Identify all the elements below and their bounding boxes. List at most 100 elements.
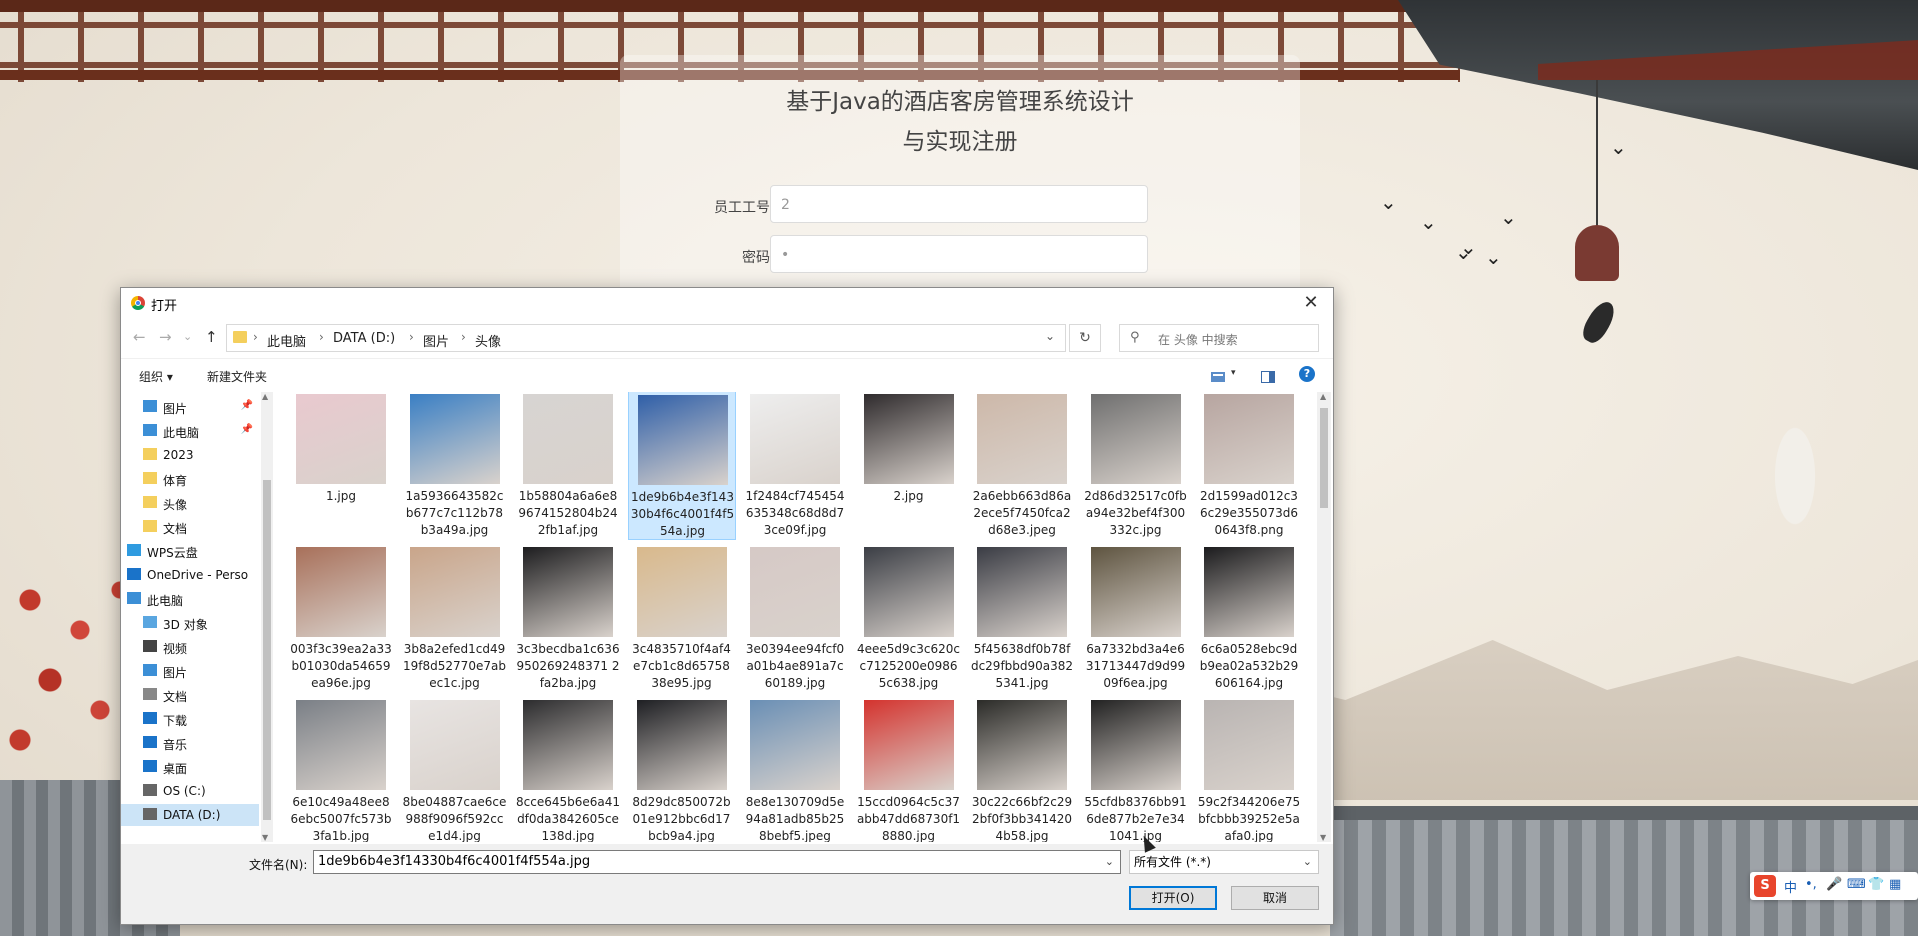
- open-button[interactable]: 打开(O): [1129, 886, 1217, 910]
- breadcrumb-pictures[interactable]: 图片: [423, 331, 449, 350]
- file-tile[interactable]: 6c6a0528ebc9db9ea02a532b29606164.jpg: [1195, 543, 1303, 693]
- nav-item[interactable]: 文档: [121, 684, 259, 706]
- file-tile[interactable]: 1.jpg: [287, 392, 395, 540]
- ime-item-icon[interactable]: 🎤: [1826, 877, 1842, 892]
- chevron-right-icon[interactable]: ›: [253, 330, 258, 344]
- cancel-button[interactable]: 取消: [1231, 886, 1319, 910]
- file-tile[interactable]: 2.jpg: [855, 392, 963, 540]
- file-tile[interactable]: 1b58804a6a6e89674152804b242fb1af.jpg: [514, 392, 622, 540]
- nav-item[interactable]: OneDrive - Perso: [121, 564, 259, 586]
- file-tile[interactable]: 3c3becdba1c636950269248371 2fa2ba.jpg: [514, 543, 622, 693]
- file-tile[interactable]: 59c2f344206e75bfcbbb39252e5aafa0.jpg: [1195, 696, 1303, 842]
- file-tile[interactable]: 3e0394ee94fcf0a01b4ae891a7c60189.jpg: [741, 543, 849, 693]
- file-tile[interactable]: 55cfdb8376bb916de877b2e7e341041.jpg: [1082, 696, 1190, 842]
- nav-scroll-thumb[interactable]: [263, 480, 271, 820]
- nav-scrollbar[interactable]: ▲ ▼: [261, 392, 273, 842]
- chevron-down-icon[interactable]: ⌄: [1105, 851, 1114, 873]
- nav-item[interactable]: 此电脑 📌: [121, 420, 259, 442]
- scroll-down-icon[interactable]: ▼: [262, 833, 268, 842]
- nav-item-label: 音乐: [163, 738, 188, 752]
- onedrive-icon: [127, 568, 141, 580]
- recent-chevron-icon[interactable]: ⌄: [183, 330, 192, 343]
- ime-item-icon[interactable]: 中: [1784, 877, 1797, 896]
- view-dropdown-icon[interactable]: ▾: [1231, 368, 1245, 380]
- file-tile[interactable]: 6a7332bd3a4e631713447d9d9909f6ea.jpg: [1082, 543, 1190, 693]
- scroll-down-icon[interactable]: ▼: [1320, 833, 1326, 842]
- nav-item[interactable]: OS (C:): [121, 780, 259, 802]
- file-tile[interactable]: 1a5936643582cb677c7c112b78b3a49a.jpg: [401, 392, 509, 540]
- nav-item[interactable]: 下载: [121, 708, 259, 730]
- preview-pane-icon[interactable]: [1261, 368, 1275, 383]
- breadcrumb-avatar[interactable]: 头像: [475, 331, 501, 350]
- nav-item[interactable]: 文档: [121, 516, 259, 538]
- file-tile[interactable]: 2a6ebb663d86a2ece5f7450fca2d68e3.jpeg: [968, 392, 1076, 540]
- nav-item[interactable]: 音乐: [121, 732, 259, 754]
- password-input[interactable]: •: [770, 235, 1148, 273]
- nav-item[interactable]: 图片: [121, 660, 259, 682]
- nav-item-label: 3D 对象: [163, 618, 208, 632]
- nav-item[interactable]: 视频: [121, 636, 259, 658]
- chevron-right-icon[interactable]: ›: [461, 330, 466, 344]
- nav-item[interactable]: 桌面: [121, 756, 259, 778]
- file-tile[interactable]: 6e10c49a48ee86ebc5007fc573b3fa1b.jpg: [287, 696, 395, 842]
- filetype-select[interactable]: 所有文件 (*.*) ⌄: [1129, 850, 1319, 874]
- file-tile[interactable]: 2d1599ad012c36c29e355073d60643f8.png: [1195, 392, 1303, 540]
- file-tile[interactable]: 4eee5d9c3c620cc7125200e09865c638.jpg: [855, 543, 963, 693]
- files-scroll-thumb[interactable]: [1320, 408, 1328, 508]
- close-icon[interactable]: ✕: [1289, 288, 1333, 318]
- chevron-right-icon[interactable]: ›: [409, 330, 414, 344]
- nav-item[interactable]: DATA (D:): [121, 804, 259, 826]
- nav-item[interactable]: 2023: [121, 444, 259, 466]
- chevron-right-icon[interactable]: ›: [319, 330, 324, 344]
- ime-item-icon[interactable]: ▦: [1889, 877, 1901, 892]
- new-folder-button[interactable]: 新建文件夹: [207, 368, 267, 385]
- organize-button[interactable]: 组织 ▾: [139, 368, 173, 385]
- sogou-logo-icon[interactable]: S: [1754, 875, 1776, 897]
- image-thumbnail: [750, 394, 840, 484]
- file-tile[interactable]: 3c4835710f4af4e7cb1c8d6575838e95.jpg: [628, 543, 736, 693]
- nav-item[interactable]: 3D 对象: [121, 612, 259, 634]
- address-bar[interactable]: › 此电脑 › DATA (D:) › 图片 › 头像 ⌄: [226, 324, 1066, 352]
- file-tile[interactable]: 8d29dc850072b01e912bbc6d17bcb9a4.jpg: [628, 696, 736, 842]
- pictures-icon: [143, 664, 157, 676]
- back-arrow-icon[interactable]: ←: [133, 328, 146, 346]
- nav-item[interactable]: 头像: [121, 492, 259, 514]
- help-icon[interactable]: ?: [1299, 366, 1315, 382]
- filename-input[interactable]: 1de9b6b4e3f14330b4f6c4001f4f554a.jpg ⌄: [313, 850, 1121, 874]
- nav-item[interactable]: 图片 📌: [121, 396, 259, 418]
- file-tile[interactable]: 2d86d32517c0fba94e32bef4f300332c.jpg: [1082, 392, 1190, 540]
- forward-arrow-icon[interactable]: →: [159, 328, 172, 346]
- up-arrow-icon[interactable]: ↑: [205, 328, 218, 346]
- file-tile[interactable]: 1f2484cf745454635348c68d8d73ce09f.jpg: [741, 392, 849, 540]
- file-tile[interactable]: 5f45638df0b78fdc29fbbd90a3825341.jpg: [968, 543, 1076, 693]
- file-tile[interactable]: 8e8e130709d5e94a81adb85b258bebf5.jpeg: [741, 696, 849, 842]
- password-row: 密码 •: [680, 235, 1150, 275]
- image-thumbnail: [977, 700, 1067, 790]
- file-tile[interactable]: 8be04887cae6ce988f9096f592cce1d4.jpg: [401, 696, 509, 842]
- file-tile[interactable]: 1de9b6b4e3f14330b4f6c4001f4f554a.jpg: [627, 392, 736, 540]
- file-tile[interactable]: 15ccd0964c5c37abb47dd68730f18880.jpg: [855, 696, 963, 842]
- chevron-down-icon[interactable]: ⌄: [1045, 329, 1055, 343]
- file-tile[interactable]: 003f3c39ea2a33b01030da54659ea96e.jpg: [287, 543, 395, 693]
- nav-item[interactable]: 此电脑: [121, 588, 259, 610]
- file-tile[interactable]: 3b8a2efed1cd4919f8d52770e7abec1c.jpg: [401, 543, 509, 693]
- nav-item[interactable]: WPS云盘: [121, 540, 259, 562]
- scroll-up-icon[interactable]: ▲: [1320, 392, 1326, 401]
- search-input[interactable]: ⚲ 在 头像 中搜索: [1119, 324, 1319, 352]
- file-tile[interactable]: 8cce645b6e6a41df0da3842605ce138d.jpg: [514, 696, 622, 842]
- folder-icon: [143, 520, 157, 532]
- chevron-down-icon[interactable]: ⌄: [1303, 851, 1312, 873]
- files-scrollbar[interactable]: ▲ ▼: [1317, 392, 1331, 842]
- breadcrumb-this-pc[interactable]: 此电脑: [267, 331, 306, 350]
- ime-item-icon[interactable]: 👕: [1868, 877, 1884, 892]
- view-options-icon[interactable]: [1211, 368, 1225, 382]
- ime-item-icon[interactable]: ⌨: [1847, 877, 1866, 892]
- refresh-icon[interactable]: ↻: [1069, 324, 1101, 352]
- scroll-up-icon[interactable]: ▲: [262, 392, 268, 401]
- pin-icon: 📌: [240, 400, 253, 411]
- employee-id-input[interactable]: 2: [770, 185, 1148, 223]
- ime-item-icon[interactable]: •,: [1805, 877, 1817, 892]
- file-tile[interactable]: 30c22c66bf2c292bf0f3bb3414204b58.jpg: [968, 696, 1076, 842]
- breadcrumb-data-d[interactable]: DATA (D:): [333, 331, 395, 346]
- nav-item[interactable]: 体育: [121, 468, 259, 490]
